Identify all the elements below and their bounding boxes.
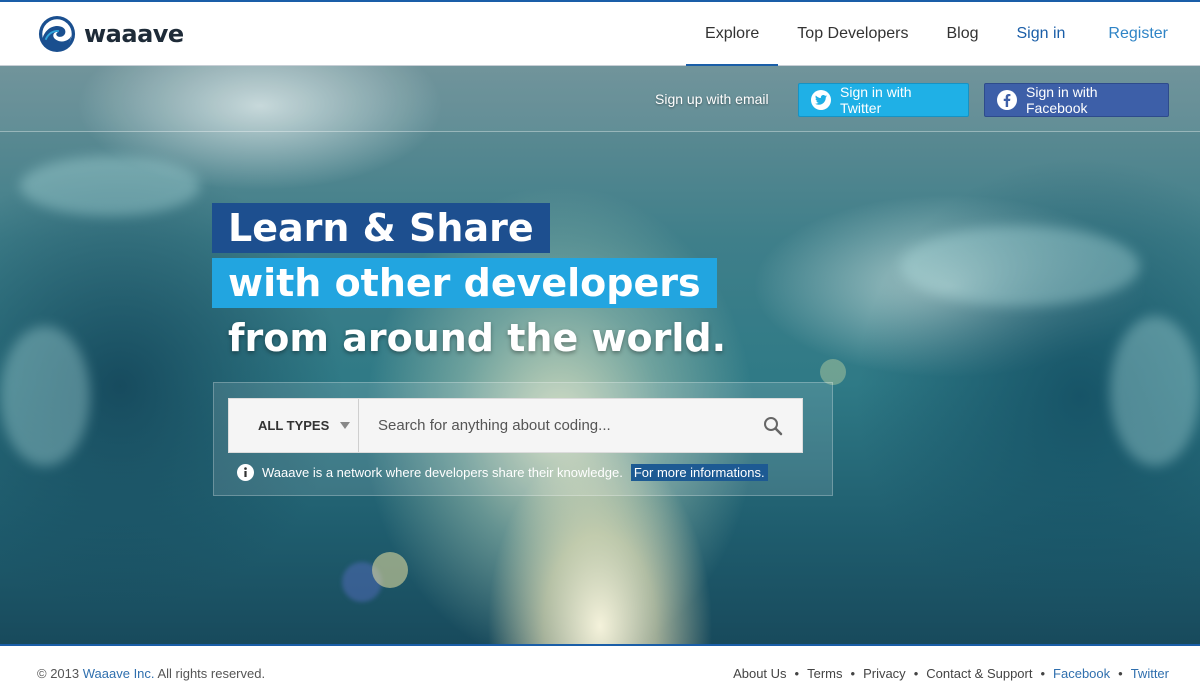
site-header: waaave Explore Top Developers Blog Sign … [0,0,1200,67]
copyright-brand-link[interactable]: Waaave Inc. [83,666,155,681]
brand-name: waaave [84,20,184,48]
twitter-signin-label: Sign in with Twitter [840,84,912,116]
search-panel: ALL TYPES Waaave is a network where deve… [213,382,833,496]
nav-register[interactable]: Register [1084,2,1200,66]
headline-line-3: from around the world. [228,316,727,360]
nav-blog[interactable]: Blog [927,2,997,66]
nav-top-developers[interactable]: Top Developers [778,2,927,66]
wave-foam [20,156,200,216]
hero-banner: Sign up with email Sign in with Twitter … [0,66,1200,644]
nav-explore[interactable]: Explore [686,2,779,67]
twitter-bird-icon [811,90,831,110]
headline-line-1: Learn & Share [212,203,550,253]
wave-logo-icon [38,15,76,53]
search-icon[interactable] [762,415,784,437]
lens-flare [372,552,408,588]
twitter-signin-button[interactable]: Sign in with Twitter [798,83,969,117]
separator-dot: • [1118,666,1123,681]
footer-link-twitter[interactable]: Twitter [1131,666,1169,681]
footer-links: About Us • Terms • Privacy • Contact & S… [733,666,1169,681]
dropdown-caret-icon [340,422,351,429]
separator-dot: • [913,666,919,681]
search-input[interactable] [360,399,755,452]
facebook-signin-label: Sign in with Facebook [1026,84,1098,116]
social-signin-bar: Sign up with email Sign in with Twitter … [0,66,1200,132]
footer-link-contact[interactable]: Contact & Support [926,666,1032,681]
separator-dot: • [850,666,856,681]
copyright: © 2013 Waaave Inc. All rights reserved. [37,666,265,681]
nav-sign-in[interactable]: Sign in [998,2,1085,66]
site-footer: © 2013 Waaave Inc. All rights reserved. … [0,644,1200,700]
facebook-signin-button[interactable]: Sign in with Facebook [984,83,1169,117]
copyright-suffix: All rights reserved. [157,666,266,681]
separator-dot: • [794,666,800,681]
wave-foam [1110,316,1200,466]
more-info-link[interactable]: For more informations. [630,464,768,481]
signup-email-link[interactable]: Sign up with email [655,91,769,107]
facebook-f-icon [997,90,1017,110]
separator-dot: • [1040,666,1046,681]
footer-link-terms[interactable]: Terms [807,666,842,681]
wave-foam [0,326,90,466]
footer-link-about[interactable]: About Us [733,666,786,681]
type-dropdown[interactable]: ALL TYPES [229,399,359,452]
info-text: Waaave is a network where developers sha… [262,465,623,480]
headline-line-2: with other developers [212,258,717,308]
type-dropdown-label: ALL TYPES [258,418,330,433]
info-icon [237,464,254,481]
footer-link-privacy[interactable]: Privacy [863,666,906,681]
logo[interactable]: waaave [38,15,184,53]
copyright-prefix: © 2013 [37,666,80,681]
footer-link-facebook[interactable]: Facebook [1053,666,1110,681]
search-box: ALL TYPES [228,398,803,453]
wave-foam [900,226,1140,306]
main-nav: Explore Top Developers Blog Sign in Regi… [686,2,1200,67]
info-line: Waaave is a network where developers sha… [237,464,768,481]
